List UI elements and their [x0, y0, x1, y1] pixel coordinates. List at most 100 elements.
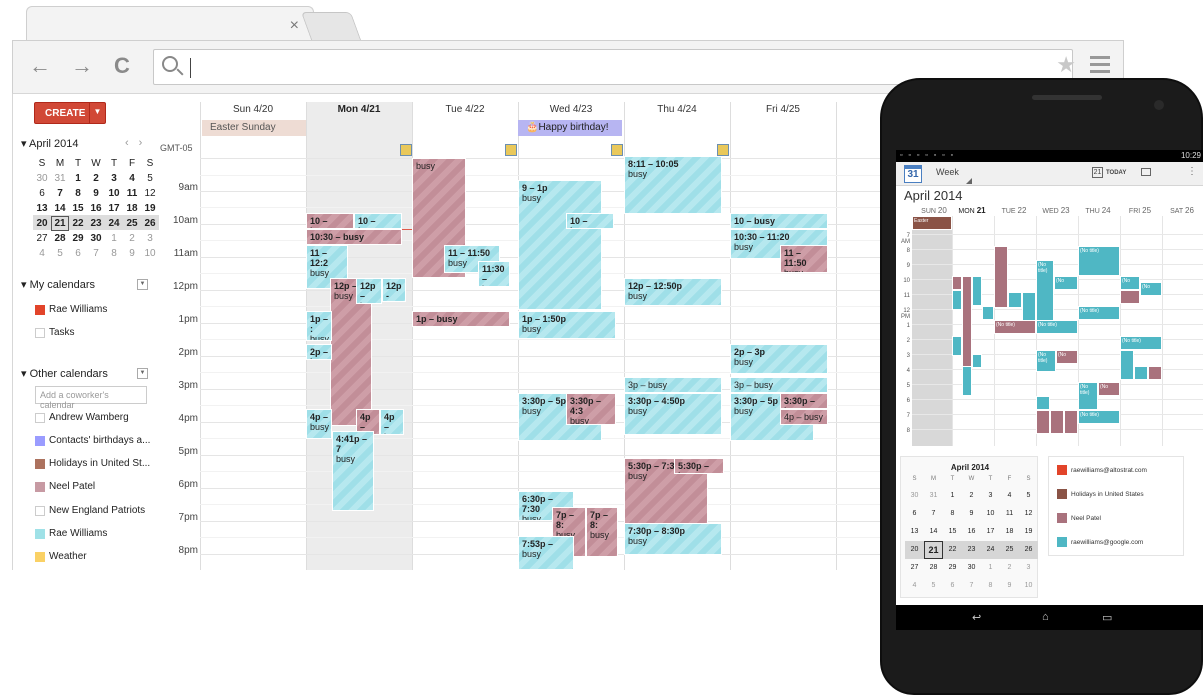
phone-event[interactable] [1134, 366, 1148, 380]
mini-day[interactable]: 15 [69, 201, 87, 216]
mini-day[interactable]: 23 [87, 216, 105, 231]
event[interactable]: 8:11 – 10:05 busy [624, 156, 722, 214]
event[interactable]: 12p - [382, 278, 406, 302]
mini-day[interactable]: 6 [69, 246, 87, 261]
phone-event[interactable] [1064, 410, 1078, 434]
mini-day[interactable]: 24 [105, 216, 123, 231]
create-button[interactable]: CREATE ▼ [34, 102, 106, 124]
phone-event[interactable]: (No title) [1078, 410, 1120, 424]
mini-day[interactable]: 13 [905, 523, 924, 541]
event[interactable]: 4p –bus [380, 409, 404, 435]
event[interactable]: 9 – 1p busy [518, 180, 602, 310]
mini-day[interactable]: 10 [105, 186, 123, 201]
phone-event[interactable]: (No title) [1036, 320, 1078, 334]
event[interactable]: 12p –busy [356, 278, 382, 304]
event[interactable]: 5:30p – bus [674, 458, 724, 474]
mini-day[interactable]: 8 [69, 186, 87, 201]
mini-day[interactable]: 14 [51, 201, 69, 216]
mini-day[interactable]: 4 [123, 171, 141, 186]
calendar-item[interactable]: Holidays in United St... [35, 458, 150, 469]
calendar-item[interactable]: Neel Patel [1057, 513, 1101, 523]
mini-day[interactable]: 30 [905, 487, 924, 505]
view-selector[interactable]: Week [936, 167, 972, 184]
mini-day[interactable]: 1 [943, 487, 962, 505]
event[interactable]: 10 – busy [566, 213, 614, 229]
mini-month-title[interactable]: ▾ April 2014 [21, 137, 79, 150]
mini-day[interactable]: 9 [123, 246, 141, 261]
event[interactable]: 3:30p – 4:3 busy [566, 393, 616, 425]
mini-day[interactable]: 7 [962, 577, 981, 595]
mini-day[interactable]: 18 [1000, 523, 1019, 541]
event[interactable]: 10:30 – busy [306, 229, 402, 245]
mini-day[interactable]: 14 [924, 523, 943, 541]
phone-event[interactable]: (No title) [1078, 306, 1120, 320]
mini-day[interactable]: 23 [962, 541, 981, 559]
event[interactable]: 10 – busy [730, 213, 828, 229]
add-event-icon[interactable] [1141, 168, 1151, 176]
mini-day[interactable]: 2 [962, 487, 981, 505]
mini-day[interactable]: 8 [105, 246, 123, 261]
mini-day[interactable]: 17 [105, 201, 123, 216]
mini-day[interactable]: 3 [1019, 559, 1038, 577]
mini-day[interactable]: 29 [943, 559, 962, 577]
event[interactable]: 3:30p – 4:50p busy [624, 393, 722, 435]
mini-day[interactable]: 27 [33, 231, 51, 246]
phone-event[interactable] [962, 276, 972, 368]
mini-day[interactable]: 19 [1019, 523, 1038, 541]
mini-day[interactable]: 8 [981, 577, 1000, 595]
all-day-event[interactable]: 🎂Happy birthday! [518, 120, 622, 136]
mini-day[interactable]: 5 [1019, 487, 1038, 505]
calendar-item[interactable]: Contacts' birthdays a... [35, 435, 150, 446]
recent-apps-icon[interactable]: ▭ [1102, 611, 1112, 624]
phone-event[interactable]: (No title) [994, 320, 1036, 334]
mini-day[interactable]: 7 [924, 505, 943, 523]
day-header[interactable]: Thu 4/24 [624, 104, 730, 115]
phone-event[interactable]: (No [1054, 276, 1078, 290]
phone-event[interactable] [1050, 410, 1064, 434]
mini-day[interactable]: 24 [981, 541, 1000, 559]
event[interactable]: 1p – 1:50p busy [518, 311, 616, 339]
mini-day[interactable]: 18 [123, 201, 141, 216]
mini-day[interactable]: 27 [905, 559, 924, 577]
other-calendars-header[interactable]: ▾ Other calendars [21, 367, 108, 380]
day-header[interactable]: Wed 4/23 [518, 104, 624, 115]
phone-event[interactable] [1120, 350, 1134, 380]
phone-event[interactable] [972, 276, 982, 306]
phone-event[interactable] [962, 366, 972, 396]
mini-day[interactable]: 13 [33, 201, 51, 216]
mini-day[interactable]: 3 [105, 171, 123, 186]
mini-day[interactable]: 26 [141, 216, 159, 231]
event[interactable]: 10 – busy [306, 213, 354, 229]
calendar-item[interactable]: Neel Patel [35, 481, 95, 492]
phone-event[interactable]: (No [1140, 282, 1162, 296]
mini-day[interactable]: 6 [33, 186, 51, 201]
next-month-icon[interactable]: › [139, 137, 153, 149]
mini-day[interactable]: 3 [981, 487, 1000, 505]
mini-day-today[interactable]: 21 [924, 541, 943, 559]
home-nav-icon[interactable]: ⌂ [1042, 611, 1049, 623]
phone-event[interactable] [952, 336, 962, 356]
mini-day[interactable]: 9 [87, 186, 105, 201]
coworker-calendar-input[interactable]: Add a coworker's calendar [35, 386, 147, 410]
calendar-item[interactable]: New England Patriots [35, 505, 145, 516]
mini-day[interactable]: 10 [981, 505, 1000, 523]
mini-day[interactable]: 7 [51, 186, 69, 201]
phone-event[interactable]: (No [1056, 350, 1078, 364]
mini-day[interactable]: 16 [87, 201, 105, 216]
mini-day[interactable]: 1 [69, 171, 87, 186]
phone-event[interactable] [1008, 292, 1022, 308]
mini-day[interactable]: 25 [1000, 541, 1019, 559]
event[interactable]: 3p – busy [624, 377, 722, 393]
mini-day[interactable]: 29 [69, 231, 87, 246]
forward-arrow-icon[interactable]: → [69, 53, 95, 79]
phone-event[interactable] [1036, 396, 1050, 410]
phone-event[interactable] [1120, 290, 1140, 304]
mini-day[interactable]: 5 [924, 577, 943, 595]
new-tab-button[interactable] [300, 12, 362, 40]
all-day-event[interactable]: Easter Sunday [202, 120, 306, 136]
calendar-item[interactable]: Tasks [35, 327, 75, 338]
mini-day[interactable]: 22 [69, 216, 87, 231]
prev-month-icon[interactable]: ‹ [125, 137, 139, 149]
mini-day[interactable]: 30 [962, 559, 981, 577]
mini-day[interactable]: 28 [924, 559, 943, 577]
